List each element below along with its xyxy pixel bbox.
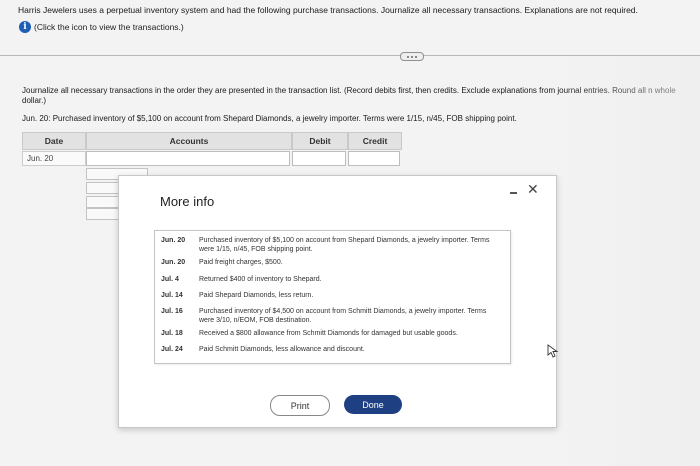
journal-row-date: Jun. 20: [22, 151, 86, 166]
row-date: Jul. 4: [161, 276, 179, 283]
modal-title: More info: [160, 194, 215, 209]
transactions-table: Jun. 20 Purchased inventory of $5,100 on…: [154, 230, 511, 364]
row-text: Purchased inventory of $5,100 on account…: [199, 237, 490, 253]
expand-dots-button[interactable]: [400, 52, 424, 61]
row-text: Paid Schmitt Diamonds, less allowance an…: [199, 346, 365, 353]
background-shade: [555, 56, 700, 466]
account-input[interactable]: [86, 151, 290, 166]
view-transactions-link[interactable]: i (Click the icon to view the transactio…: [19, 21, 184, 33]
done-button[interactable]: Done: [344, 395, 402, 414]
header-date: Date: [22, 132, 86, 150]
row-text: Received a $800 allowance from Schmitt D…: [199, 330, 458, 337]
header-credit: Credit: [348, 132, 402, 150]
row-date: Jun. 20: [161, 259, 186, 266]
minimize-icon[interactable]: [509, 186, 519, 198]
click-note: (Click the icon to view the transactions…: [34, 22, 184, 32]
row-text: Paid Shepard Diamonds, less return.: [199, 292, 314, 299]
debit-input[interactable]: [292, 151, 346, 166]
print-button[interactable]: Print: [270, 395, 330, 416]
row-text: Returned $400 of inventory to Shepard.: [199, 276, 322, 283]
problem-statement: Harris Jewelers uses a perpetual invento…: [18, 5, 638, 15]
row-date: Jul. 16: [161, 308, 183, 315]
row-date: Jul. 14: [161, 292, 183, 299]
row-text: Paid freight charges, $500.: [199, 259, 283, 266]
header-accounts: Accounts: [86, 132, 292, 150]
mouse-cursor-icon: [547, 344, 559, 358]
credit-input[interactable]: [348, 151, 400, 166]
close-icon[interactable]: ✕: [527, 182, 539, 196]
row-date: Jun. 20: [161, 237, 186, 244]
more-info-dialog: More info ✕ Jun. 20 Purchased inventory …: [118, 175, 557, 428]
row-date: Jul. 18: [161, 330, 183, 337]
transaction-line: Jun. 20: Purchased inventory of $5,100 o…: [22, 114, 517, 123]
row-text: Purchased inventory of $4,500 on account…: [199, 308, 487, 324]
row-date: Jul. 24: [161, 346, 183, 353]
header-debit: Debit: [292, 132, 348, 150]
info-icon[interactable]: i: [19, 21, 31, 33]
